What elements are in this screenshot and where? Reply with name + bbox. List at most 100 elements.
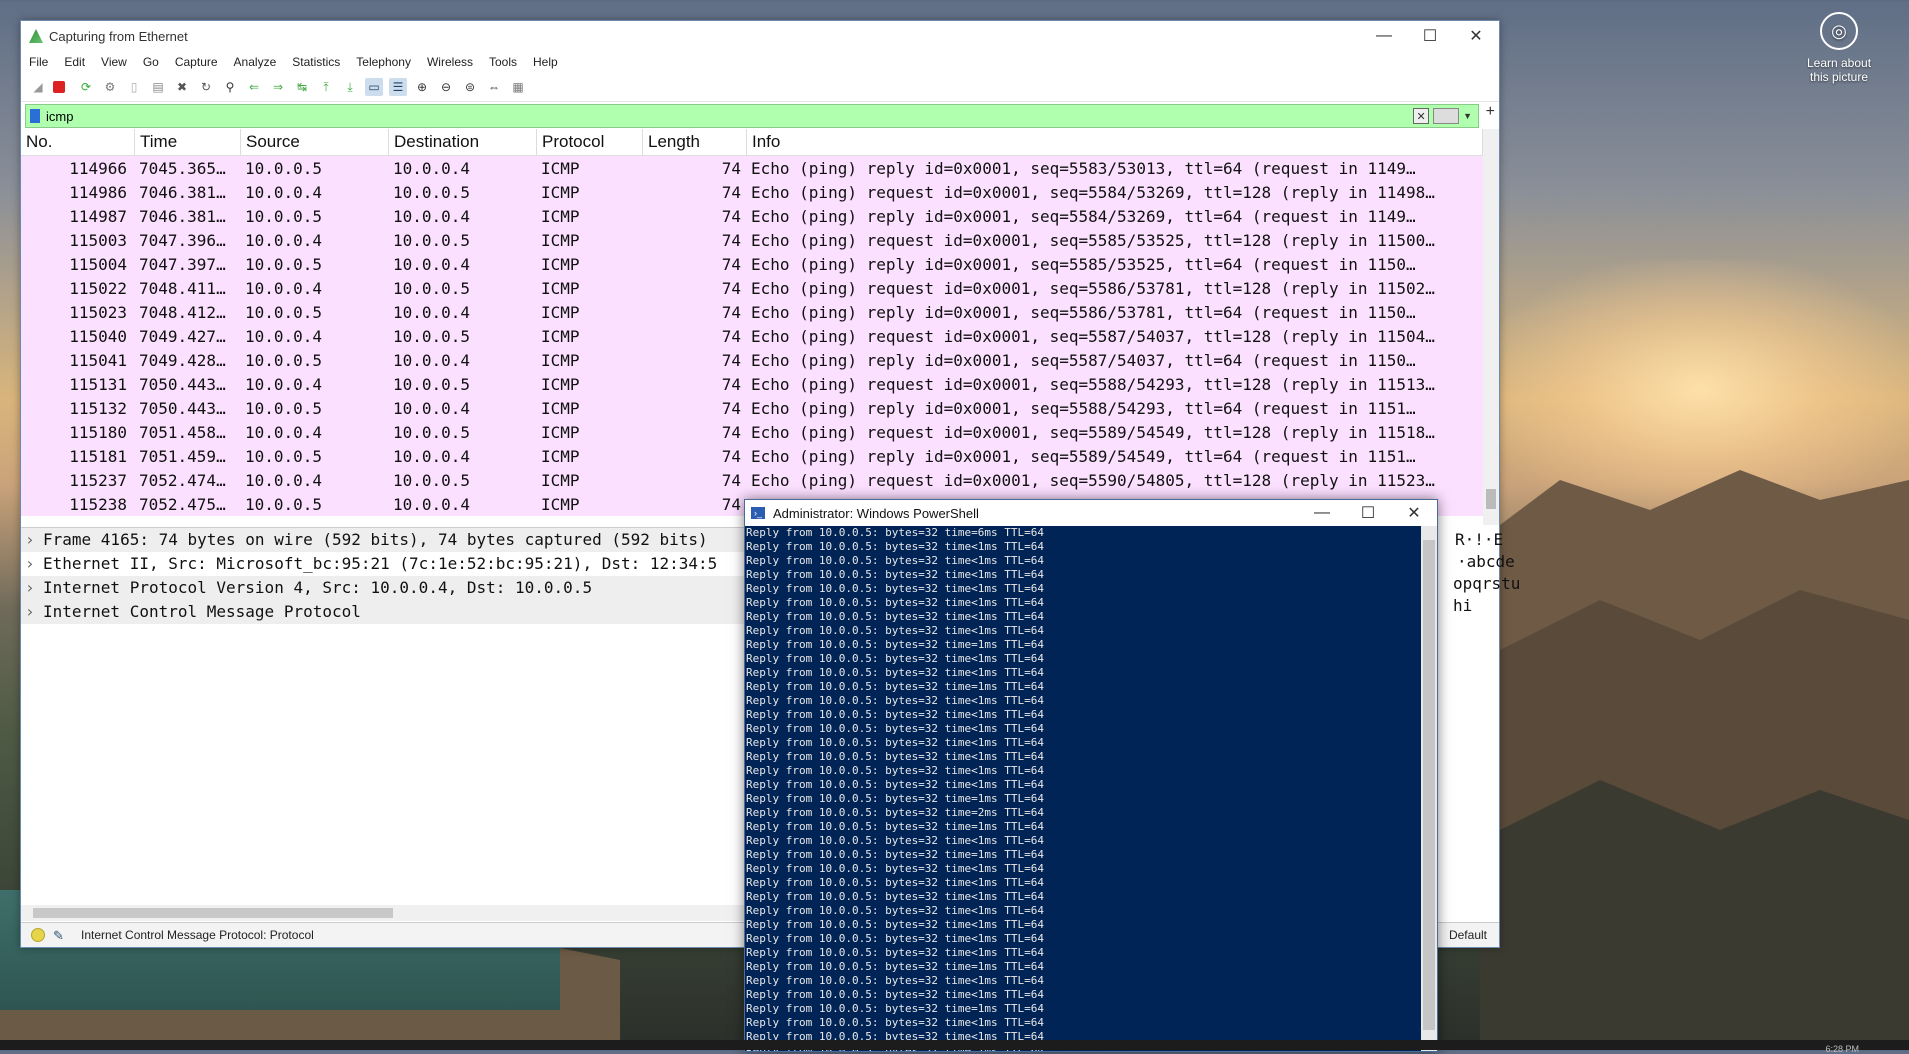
packet-row[interactable]: 115237 7052.474… 10.0.0.4 10.0.0.5 ICMP 74 Ech… [21, 468, 1483, 492]
menu-edit[interactable]: Edit [64, 55, 85, 69]
ps-close-button[interactable]: ✕ [1391, 498, 1437, 528]
packet-row[interactable]: 115041 7049.428… 10.0.0.5 10.0.0.4 ICMP 74 Ech… [21, 348, 1483, 372]
cell-source: 10.0.0.5 [245, 350, 323, 370]
expand-caret-icon[interactable]: › [25, 528, 43, 552]
menu-telephony[interactable]: Telephony [356, 55, 411, 69]
cell-source: 10.0.0.4 [245, 470, 323, 490]
packet-row[interactable]: 115040 7049.427… 10.0.0.4 10.0.0.5 ICMP 74 Ech… [21, 324, 1483, 348]
col-source[interactable]: Source [241, 129, 389, 155]
console-scrollbar[interactable] [1421, 526, 1437, 1051]
cell-protocol: ICMP [541, 374, 580, 394]
open-file-icon[interactable]: ▯ [125, 78, 143, 96]
capture-options-icon[interactable]: ⚙ [101, 78, 119, 96]
cell-protocol: ICMP [541, 182, 580, 202]
menu-help[interactable]: Help [533, 55, 558, 69]
console-output[interactable]: Reply from 10.0.0.5: bytes=32 time=6ms T… [745, 526, 1419, 1051]
last-packet-icon[interactable]: ⤓ [341, 78, 359, 96]
packet-row[interactable]: 115132 7050.443… 10.0.0.5 10.0.0.4 ICMP 74 Ech… [21, 396, 1483, 420]
expert-info-icon[interactable] [31, 928, 45, 942]
close-file-icon[interactable]: ✖ [173, 78, 191, 96]
details-hscrollbar[interactable] [21, 905, 761, 921]
menu-statistics[interactable]: Statistics [292, 55, 340, 69]
packet-row[interactable]: 115004 7047.397… 10.0.0.5 10.0.0.4 ICMP 74 Ech… [21, 252, 1483, 276]
wireshark-titlebar[interactable]: Capturing from Ethernet — ☐ ✕ [21, 21, 1499, 51]
expand-caret-icon[interactable]: › [25, 552, 43, 576]
powershell-titlebar[interactable]: ›_ Administrator: Windows PowerShell — ☐… [745, 500, 1437, 526]
cell-source: 10.0.0.5 [245, 494, 323, 514]
learn-about-picture[interactable]: ◎ Learn about this picture [1784, 12, 1894, 84]
taskbar-clock[interactable]: 6:28 PM [1825, 1044, 1859, 1054]
detail-frame[interactable]: › Frame 4165: 74 bytes on wire (592 bits)… [21, 528, 761, 552]
console-line: Reply from 10.0.0.5: bytes=32 time=1ms T… [746, 820, 1045, 833]
detail-icmp[interactable]: › Internet Control Message Protocol [21, 600, 761, 624]
restart-capture-icon[interactable]: ⟳ [77, 78, 95, 96]
filter-dropdown-icon[interactable]: ▼ [1463, 111, 1472, 121]
col-protocol[interactable]: Protocol [537, 129, 643, 155]
filter-input[interactable]: icmp [46, 109, 1413, 124]
zoom-in-icon[interactable]: ⊕ [413, 78, 431, 96]
detail-ethernet[interactable]: › Ethernet II, Src: Microsoft_bc:95:21 (7… [21, 552, 761, 576]
packet-list-scrollbar[interactable] [1483, 129, 1499, 525]
packet-row[interactable]: 114987 7046.381… 10.0.0.5 10.0.0.4 ICMP 74 Ech… [21, 204, 1483, 228]
scroll-thumb[interactable] [1486, 489, 1496, 509]
save-file-icon[interactable]: ▤ [149, 78, 167, 96]
stop-capture-icon[interactable] [53, 81, 65, 93]
start-capture-icon[interactable]: ◢ [29, 78, 47, 96]
go-back-icon[interactable]: ⇐ [245, 78, 263, 96]
expand-caret-icon[interactable]: › [25, 576, 43, 600]
menu-analyze[interactable]: Analyze [234, 55, 277, 69]
packet-row[interactable]: 115131 7050.443… 10.0.0.4 10.0.0.5 ICMP 74 Ech… [21, 372, 1483, 396]
go-to-packet-icon[interactable]: ↹ [293, 78, 311, 96]
console-scroll-thumb[interactable] [1423, 540, 1435, 1030]
first-packet-icon[interactable]: ⤒ [317, 78, 335, 96]
add-filter-button-icon[interactable]: + [1486, 103, 1495, 121]
col-length[interactable]: Length [643, 129, 747, 155]
cell-info: Echo (ping) reply id=0x0001, seq=5583/53… [751, 158, 1416, 178]
col-no[interactable]: No. [21, 129, 135, 155]
menu-capture[interactable]: Capture [175, 55, 218, 69]
profile-label[interactable]: Default [1449, 928, 1487, 942]
packet-row[interactable]: 115181 7051.459… 10.0.0.5 10.0.0.4 ICMP 74 Ech… [21, 444, 1483, 468]
resize-columns-icon[interactable]: ⇔ [485, 78, 503, 96]
go-forward-icon[interactable]: ⇒ [269, 78, 287, 96]
packet-row[interactable]: 114966 7045.365… 10.0.0.5 10.0.0.4 ICMP 74 Ech… [21, 156, 1483, 180]
detail-ip[interactable]: › Internet Protocol Version 4, Src: 10.0.… [21, 576, 761, 600]
packet-row[interactable]: 115023 7048.412… 10.0.0.5 10.0.0.4 ICMP 74 Ech… [21, 300, 1483, 324]
maximize-button[interactable]: ☐ [1407, 21, 1453, 51]
col-info[interactable]: Info [747, 129, 1483, 155]
reload-file-icon[interactable]: ↻ [197, 78, 215, 96]
console-line: Reply from 10.0.0.5: bytes=32 time<1ms T… [746, 624, 1045, 637]
zoom-out-icon[interactable]: ⊖ [437, 78, 455, 96]
zoom-normal-icon[interactable]: ⊜ [461, 78, 479, 96]
cell-time: 7050.443… [139, 374, 226, 394]
menu-view[interactable]: View [101, 55, 127, 69]
cell-no: 115180 [69, 422, 127, 442]
ps-maximize-button[interactable]: ☐ [1345, 498, 1391, 528]
packet-row[interactable]: 115022 7048.411… 10.0.0.4 10.0.0.5 ICMP 74 Ech… [21, 276, 1483, 300]
layout-icon[interactable]: ▦ [509, 78, 527, 96]
hscroll-thumb[interactable] [33, 908, 393, 918]
learn-label-2: this picture [1809, 70, 1869, 84]
clear-filter-icon[interactable]: ✕ [1413, 108, 1430, 124]
expand-caret-icon[interactable]: › [25, 600, 43, 624]
packet-row[interactable]: 115180 7051.458… 10.0.0.4 10.0.0.5 ICMP 74 Ech… [21, 420, 1483, 444]
menu-wireless[interactable]: Wireless [427, 55, 473, 69]
packet-row[interactable]: 114986 7046.381… 10.0.0.4 10.0.0.5 ICMP 74 Ech… [21, 180, 1483, 204]
display-filter-bar[interactable]: icmp ✕ ▼ [25, 104, 1479, 128]
menu-file[interactable]: File [29, 55, 48, 69]
ps-minimize-button[interactable]: — [1299, 498, 1345, 528]
autoscroll-icon[interactable]: ▭ [365, 78, 383, 96]
menu-go[interactable]: Go [143, 55, 159, 69]
bookmark-icon[interactable] [30, 109, 40, 123]
find-packet-icon[interactable]: ⚲ [221, 78, 239, 96]
colorize-icon[interactable]: ☰ [389, 78, 407, 96]
apply-filter-button[interactable] [1433, 108, 1460, 124]
col-destination[interactable]: Destination [389, 129, 537, 155]
menu-tools[interactable]: Tools [489, 55, 517, 69]
cell-protocol: ICMP [541, 302, 580, 322]
minimize-button[interactable]: — [1361, 21, 1407, 51]
packet-row[interactable]: 115003 7047.396… 10.0.0.4 10.0.0.5 ICMP 74 Ech… [21, 228, 1483, 252]
edit-comment-icon[interactable]: ✎ [53, 928, 67, 943]
close-button[interactable]: ✕ [1453, 21, 1499, 51]
col-time[interactable]: Time [135, 129, 241, 155]
